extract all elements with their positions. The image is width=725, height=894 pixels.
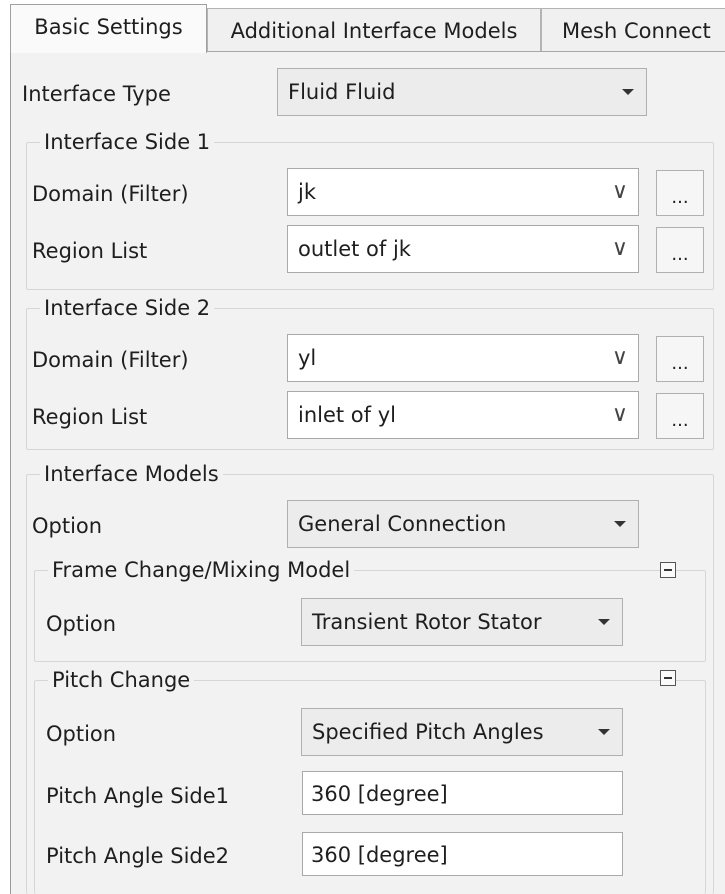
chevron-down-icon [598, 619, 610, 625]
interface-type-select[interactable]: Fluid Fluid [277, 68, 647, 116]
pitch-angle-side1-label: Pitch Angle Side1 [46, 784, 230, 808]
chevron-down-icon [614, 521, 626, 527]
side2-domain-select[interactable]: yl ∨ [287, 334, 639, 382]
side2-domain-value: yl [298, 346, 317, 370]
side2-domain-label: Domain (Filter) [32, 348, 189, 372]
pitch-angle-side1-value: 360 [degree] [311, 782, 448, 806]
interface-type-value: Fluid Fluid [288, 80, 396, 104]
chevron-down-icon: ∨ [611, 236, 628, 261]
interface-side-1-title: Interface Side 1 [40, 132, 215, 153]
frame-change-option-label: Option [46, 612, 117, 636]
interface-side-2-title: Interface Side 2 [40, 298, 215, 319]
collapse-icon[interactable] [660, 562, 676, 578]
pitch-angle-side2-label: Pitch Angle Side2 [46, 844, 230, 868]
chevron-down-icon [622, 89, 634, 95]
side2-region-browse-button[interactable]: ... [656, 393, 704, 439]
tab-basic-settings[interactable]: Basic Settings [10, 4, 207, 53]
interface-type-label: Interface Type [22, 82, 171, 106]
tab-mesh-connection[interactable]: Mesh Connect [541, 8, 725, 51]
chevron-down-icon [598, 729, 610, 735]
chevron-down-icon: ∨ [611, 345, 628, 370]
chevron-down-icon: ∨ [611, 402, 628, 427]
tab-bar: Basic Settings Additional Interface Mode… [0, 0, 725, 54]
side2-region-label: Region List [32, 405, 148, 429]
tab-additional-interface-models[interactable]: Additional Interface Models [207, 8, 541, 51]
pitch-change-title: Pitch Change [48, 670, 195, 691]
interface-models-title: Interface Models [40, 464, 223, 485]
side2-domain-browse-button[interactable]: ... [656, 336, 704, 382]
chevron-down-icon: ∨ [611, 179, 628, 204]
pitch-angle-side1-input[interactable]: 360 [degree] [302, 771, 623, 815]
pitch-change-option-label: Option [46, 722, 117, 746]
side2-region-select[interactable]: inlet of yl ∨ [287, 391, 639, 439]
pitch-change-option-select[interactable]: Specified Pitch Angles [301, 708, 623, 756]
pitch-angle-side2-value: 360 [degree] [311, 843, 448, 867]
side1-region-value: outlet of jk [298, 237, 411, 261]
pitch-change-option-value: Specified Pitch Angles [312, 720, 544, 744]
side1-region-browse-button[interactable]: ... [656, 227, 704, 273]
frame-change-option-value: Transient Rotor Stator [312, 610, 542, 634]
side1-region-select[interactable]: outlet of jk ∨ [287, 225, 639, 273]
collapse-icon[interactable] [660, 670, 676, 686]
side1-domain-label: Domain (Filter) [32, 182, 189, 206]
pitch-angle-side2-input[interactable]: 360 [degree] [302, 832, 623, 876]
side1-domain-value: jk [298, 180, 316, 204]
models-option-select[interactable]: General Connection [287, 500, 639, 548]
frame-change-option-select[interactable]: Transient Rotor Stator [301, 598, 623, 646]
side1-domain-browse-button[interactable]: ... [656, 170, 704, 216]
side1-region-label: Region List [32, 239, 148, 263]
models-option-value: General Connection [298, 512, 507, 536]
frame-change-title: Frame Change/Mixing Model [48, 560, 355, 581]
side2-region-value: inlet of yl [298, 403, 396, 427]
models-option-label: Option [32, 514, 103, 538]
side1-domain-select[interactable]: jk ∨ [287, 168, 639, 216]
